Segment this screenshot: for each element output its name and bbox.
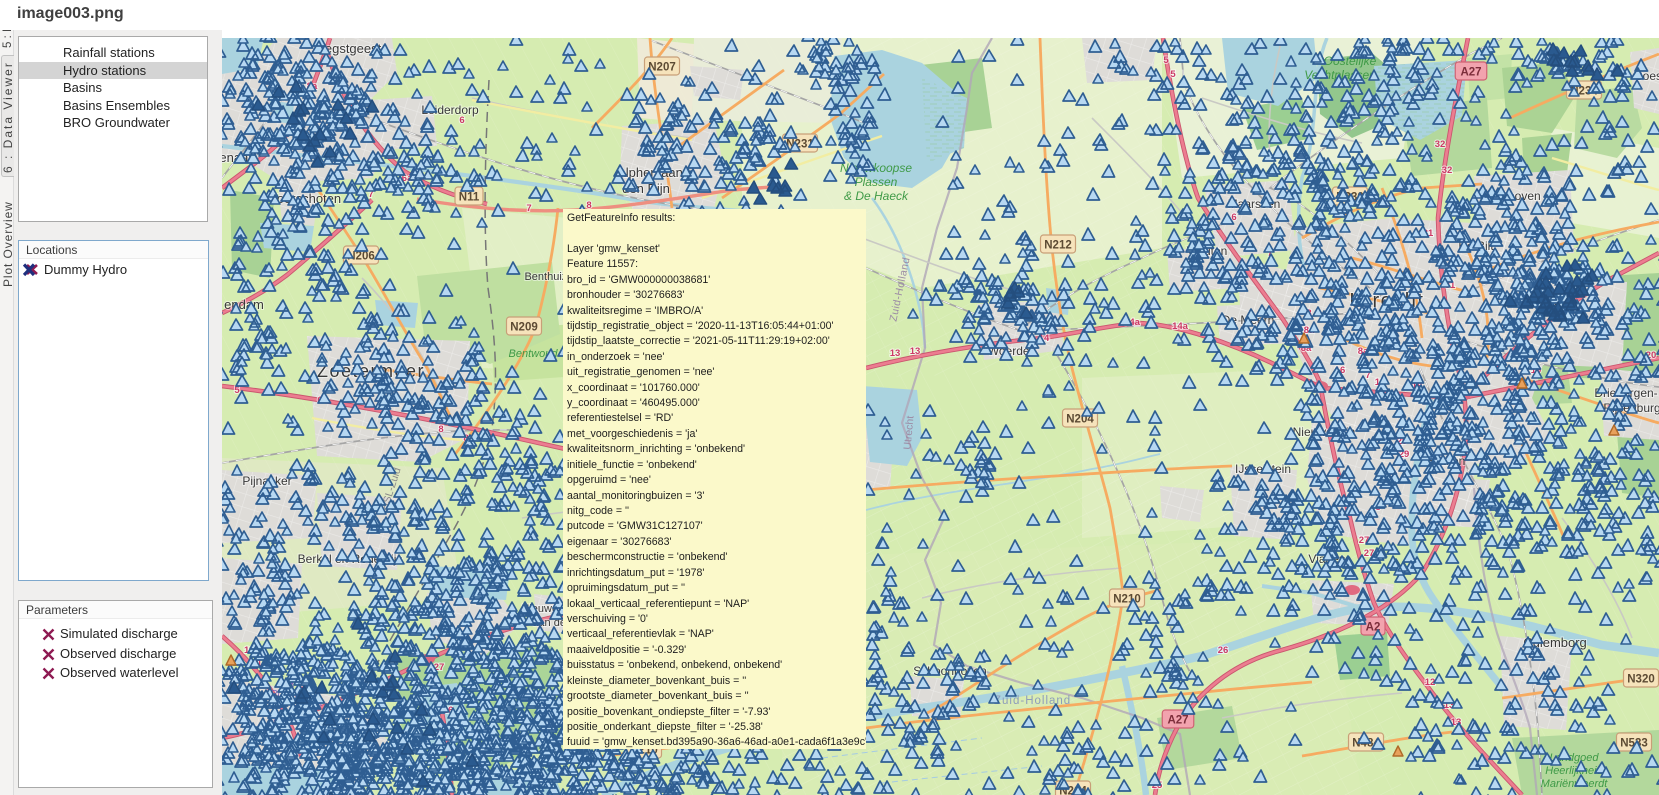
svg-text:7: 7: [526, 203, 531, 214]
svg-text:26: 26: [1218, 645, 1229, 656]
svg-text:N207: N207: [648, 62, 676, 74]
svg-text:Mariënwaerdt: Mariënwaerdt: [1541, 778, 1609, 790]
svg-text:N212: N212: [1044, 240, 1072, 252]
svg-text:Heerlijkheid: Heerlijkheid: [1545, 765, 1603, 777]
svg-text:Plassen: Plassen: [855, 175, 898, 189]
svg-text:13: 13: [890, 348, 901, 359]
svg-text:N210: N210: [1113, 594, 1141, 606]
svg-text:A27: A27: [1167, 715, 1188, 727]
svg-text:5: 5: [1163, 55, 1169, 66]
svg-text:N320: N320: [1627, 674, 1655, 686]
svg-text:32: 32: [1442, 165, 1453, 176]
svg-text:& De Haeck: & De Haeck: [844, 189, 909, 203]
svg-text:N11: N11: [459, 192, 480, 204]
svg-text:Zuid-Holland: Zuid-Holland: [994, 695, 1071, 707]
svg-text:5: 5: [1170, 69, 1176, 80]
svg-text:endam: endam: [224, 297, 264, 312]
svg-text:14a: 14a: [1172, 321, 1189, 332]
svg-text:N209: N209: [510, 322, 538, 334]
svg-text:A27: A27: [1460, 67, 1481, 79]
svg-text:32: 32: [1435, 139, 1446, 150]
svg-text:13: 13: [910, 346, 921, 357]
